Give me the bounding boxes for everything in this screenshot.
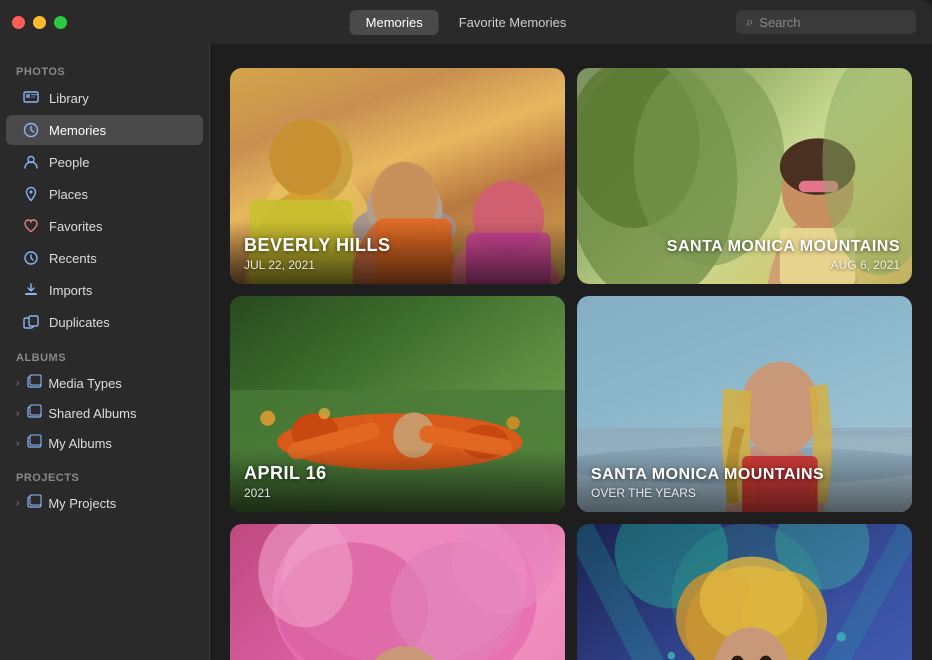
sidebar-item-my-projects[interactable]: › My Projects (6, 489, 203, 517)
memories-icon (22, 121, 40, 139)
sidebar-item-media-types-label: Media Types (48, 376, 121, 391)
sidebar-item-people-label: People (49, 155, 89, 170)
sidebar-item-recents-label: Recents (49, 251, 97, 266)
card-subtitle-4: OVER THE YEARS (591, 486, 898, 500)
card-title-4: Santa Monica Mountains (591, 465, 898, 484)
places-icon (22, 185, 40, 203)
memory-card-santa-monica-1[interactable]: Santa Monica Mountains AUG 6, 2021 (577, 68, 912, 284)
sidebar-item-my-projects-label: My Projects (48, 496, 116, 511)
people-icon (22, 153, 40, 171)
tab-bar: Memories Favorite Memories (350, 10, 583, 35)
card-subtitle-2: AUG 6, 2021 (667, 258, 900, 272)
shared-albums-icon (27, 404, 42, 422)
sidebar-item-duplicates[interactable]: Duplicates (6, 307, 203, 337)
sidebar-section-albums: Albums (0, 338, 209, 368)
card-title-3: APRIL 16 (244, 463, 551, 485)
sidebar-item-places-label: Places (49, 187, 88, 202)
sidebar-item-shared-albums[interactable]: › Shared Albums (6, 399, 203, 427)
sidebar-item-places[interactable]: Places (6, 179, 203, 209)
memory-card-beverly-hills-2[interactable]: Beverly Hills JUL 28, 2021 (230, 524, 565, 660)
media-types-icon (27, 374, 42, 392)
traffic-lights (12, 16, 67, 29)
card-title-2: Santa Monica Mountains (667, 237, 900, 256)
sidebar-item-media-types[interactable]: › Media Types (6, 369, 203, 397)
search-icon: ⌕ (746, 14, 753, 30)
imports-icon (22, 281, 40, 299)
sidebar-item-my-albums-label: My Albums (48, 436, 112, 451)
sidebar-item-recents[interactable]: Recents (6, 243, 203, 273)
tab-favorite-memories[interactable]: Favorite Memories (443, 10, 583, 35)
sidebar-item-my-albums[interactable]: › My Albums (6, 429, 203, 457)
memory-card-beverly-hills-1[interactable]: BEVERLY HILLS JUL 22, 2021 (230, 68, 565, 284)
sidebar-section-projects: Projects (0, 458, 209, 488)
sidebar-item-library-label: Library (49, 91, 89, 106)
memory-card-santa-monica-2[interactable]: Santa Monica Mountains OVER THE YEARS (577, 296, 912, 512)
library-icon (22, 89, 40, 107)
sidebar-item-shared-albums-label: Shared Albums (48, 406, 136, 421)
card-overlay-3: APRIL 16 2021 (230, 449, 565, 513)
my-projects-icon (27, 494, 42, 512)
sidebar-item-favorites-label: Favorites (49, 219, 102, 234)
favorites-icon (22, 217, 40, 235)
chevron-right-icon-2: › (16, 408, 19, 419)
card-title-1: BEVERLY HILLS (244, 235, 551, 257)
card-subtitle-1: JUL 22, 2021 (244, 258, 551, 272)
sidebar-item-memories-label: Memories (49, 123, 106, 138)
sidebar-item-memories[interactable]: Memories (6, 115, 203, 145)
sidebar-item-imports[interactable]: Imports (6, 275, 203, 305)
memory-card-party[interactable] (577, 524, 912, 660)
duplicates-icon (22, 313, 40, 331)
card-overlay-1: BEVERLY HILLS JUL 22, 2021 (230, 221, 565, 285)
card-subtitle-3: 2021 (244, 486, 551, 500)
minimize-button[interactable] (33, 16, 46, 29)
chevron-right-icon: › (16, 378, 19, 389)
sidebar-item-imports-label: Imports (49, 283, 92, 298)
sidebar: Photos Library Memories People Places Fa… (0, 0, 210, 660)
search-bar[interactable]: ⌕ (736, 10, 916, 34)
sidebar-item-favorites[interactable]: Favorites (6, 211, 203, 241)
sidebar-section-photos: Photos (0, 52, 209, 82)
my-albums-icon (27, 434, 42, 452)
memory-card-april-16[interactable]: APRIL 16 2021 (230, 296, 565, 512)
recents-icon (22, 249, 40, 267)
maximize-button[interactable] (54, 16, 67, 29)
titlebar: Memories Favorite Memories ⌕ (0, 0, 932, 44)
sidebar-item-library[interactable]: Library (6, 83, 203, 113)
sidebar-item-duplicates-label: Duplicates (49, 315, 110, 330)
card-overlay-4: Santa Monica Mountains OVER THE YEARS (577, 451, 912, 512)
close-button[interactable] (12, 16, 25, 29)
card-overlay-2: Santa Monica Mountains AUG 6, 2021 (667, 237, 900, 272)
tab-memories[interactable]: Memories (350, 10, 439, 35)
sidebar-item-people[interactable]: People (6, 147, 203, 177)
memories-grid: BEVERLY HILLS JUL 22, 2021 (210, 52, 932, 660)
chevron-right-icon-4: › (16, 498, 19, 509)
main-content: BEVERLY HILLS JUL 22, 2021 (210, 0, 932, 660)
chevron-right-icon-3: › (16, 438, 19, 449)
search-input[interactable] (759, 15, 906, 30)
